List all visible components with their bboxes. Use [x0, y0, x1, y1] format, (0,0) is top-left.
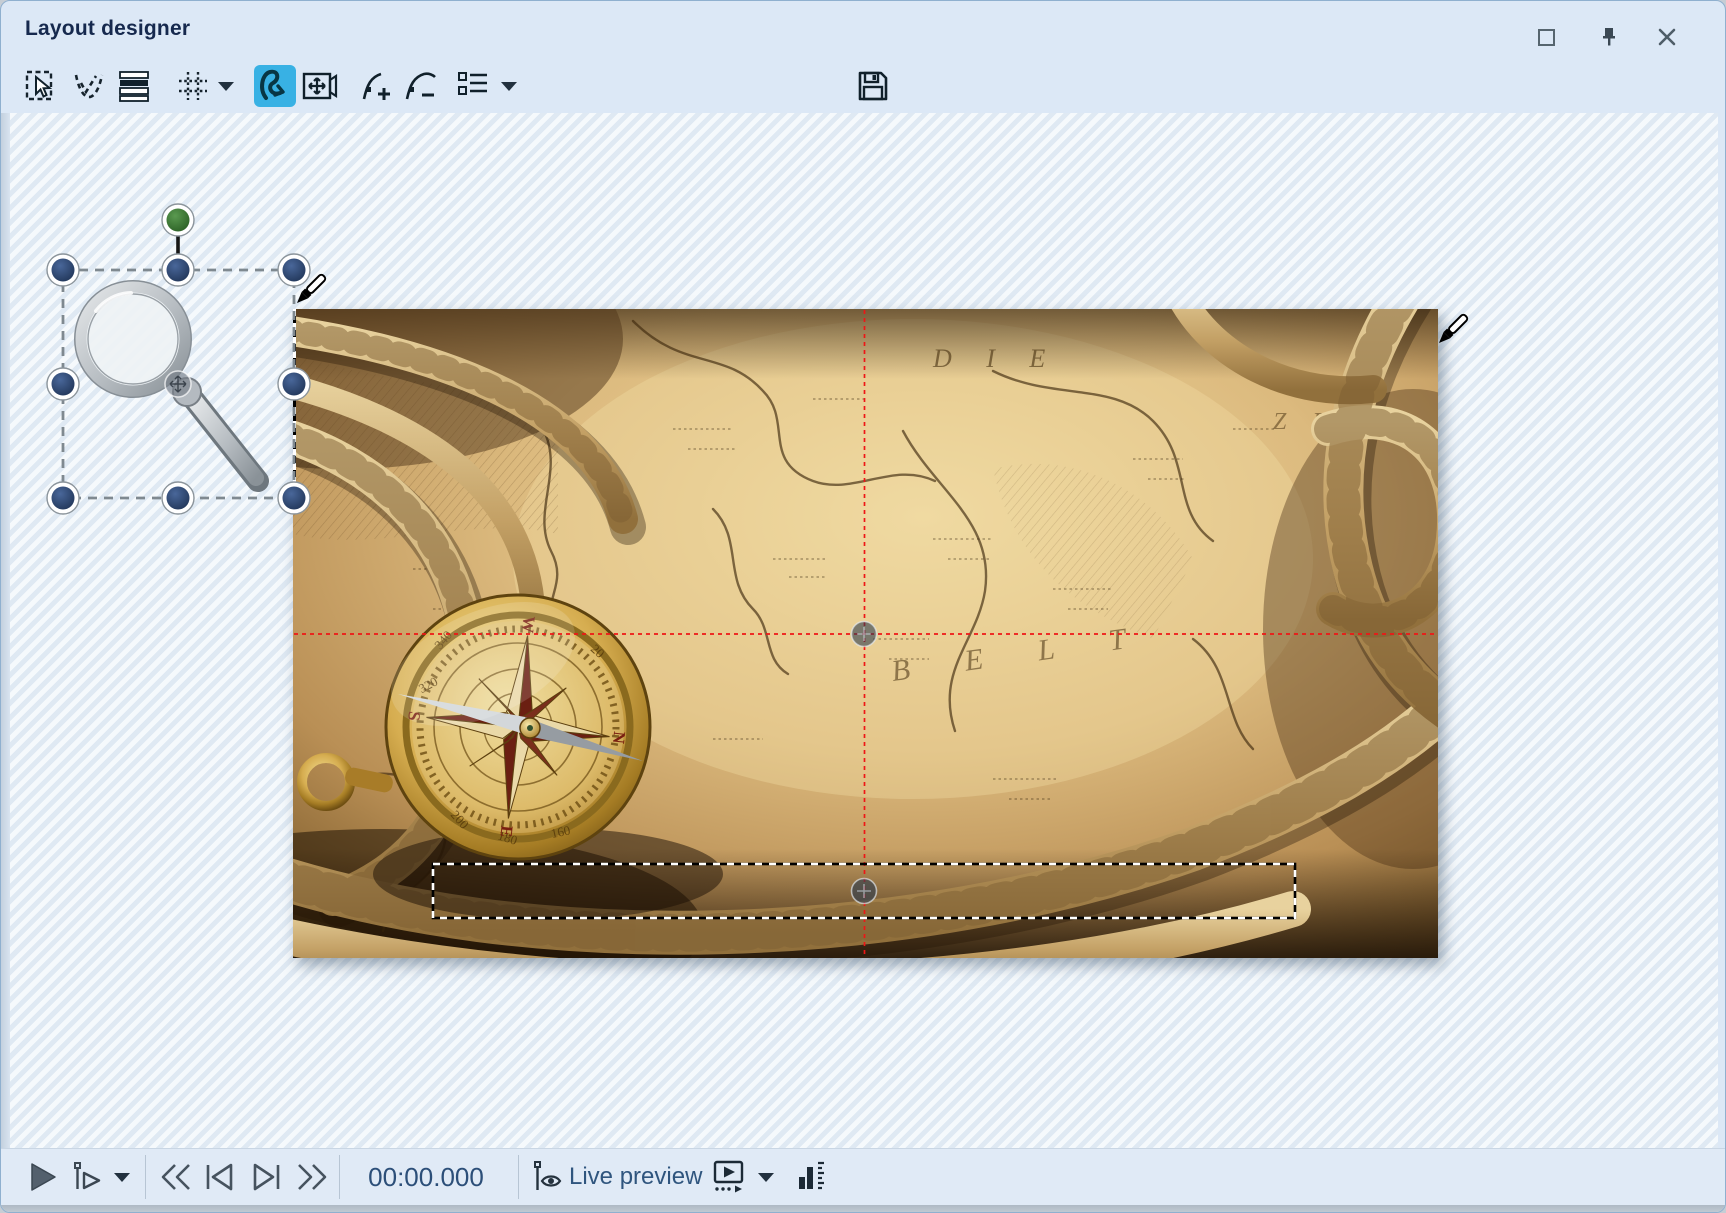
step-back-button[interactable]	[201, 1157, 237, 1197]
double-chevron-right-icon	[295, 1162, 329, 1192]
caret-down-icon	[758, 1173, 774, 1182]
window-bottom-edge	[1, 1205, 1725, 1213]
rotate-handle[interactable]	[162, 204, 194, 236]
remove-curve-point-tool[interactable]	[402, 65, 440, 107]
pan-frame-icon	[302, 70, 338, 102]
step-forward-button[interactable]	[249, 1157, 285, 1197]
triangle-bar-right-icon	[251, 1162, 283, 1192]
preview-quality-button[interactable]	[793, 1157, 829, 1197]
play-from-marker-button[interactable]	[69, 1157, 105, 1197]
window-title: Layout designer	[25, 17, 190, 41]
image-section-tool[interactable]	[301, 65, 339, 107]
grid-icon	[177, 70, 209, 102]
caret-down-icon	[114, 1173, 130, 1182]
resize-handle-w[interactable]	[47, 368, 79, 400]
close-button[interactable]	[1653, 23, 1681, 51]
list-icon	[457, 70, 489, 102]
double-chevron-left-icon	[159, 1162, 193, 1192]
resize-handle-ne[interactable]	[278, 254, 310, 286]
designer-toolbar: Time mark: s	[1, 59, 1725, 113]
title-bar: Layout designer	[1, 1, 1725, 59]
draw-path-tool[interactable]	[254, 65, 296, 107]
time-display: 00:00.000	[346, 1162, 506, 1193]
s-curve-arrow-icon	[258, 67, 292, 105]
maximize-square-icon	[1538, 29, 1555, 46]
resize-handle-s[interactable]	[162, 482, 194, 514]
resize-handle-nw[interactable]	[47, 254, 79, 286]
transport-bar: 00:00.000 Live preview	[1, 1148, 1725, 1205]
map-center-handle[interactable]	[852, 622, 877, 647]
resize-handle-e[interactable]	[278, 368, 310, 400]
transport-separator	[145, 1155, 146, 1199]
preview-window-button[interactable]	[709, 1157, 749, 1197]
skip-to-end-button[interactable]	[293, 1157, 331, 1197]
close-x-icon	[1657, 27, 1677, 47]
svg-text:E: E	[496, 825, 516, 838]
caret-down-icon	[218, 82, 234, 91]
dashed-selection-arrow-icon	[25, 69, 57, 103]
layers-tool[interactable]	[115, 65, 153, 107]
object-list-tool[interactable]	[455, 65, 491, 107]
layout-designer-window: Layout designer	[0, 0, 1726, 1213]
pin-eye-icon	[532, 1160, 566, 1194]
pin-button[interactable]	[1595, 23, 1623, 51]
maximize-button[interactable]	[1532, 23, 1560, 51]
selection-center-anchor[interactable]	[165, 371, 191, 397]
list-options-button[interactable]	[497, 65, 521, 107]
add-curve-point-tool[interactable]	[359, 65, 397, 107]
caret-down-icon	[501, 82, 517, 91]
play-triangle-icon	[28, 1162, 58, 1192]
transport-separator	[518, 1155, 519, 1199]
resize-handle-sw[interactable]	[47, 482, 79, 514]
pushpin-icon	[1601, 27, 1617, 47]
curve-minus-icon	[404, 69, 438, 103]
live-preview-toggle[interactable]	[531, 1157, 567, 1197]
grid-tool[interactable]	[175, 65, 211, 107]
text-box-handle[interactable]	[852, 879, 877, 904]
curve-plus-icon	[361, 69, 395, 103]
live-preview-label: Live preview	[569, 1163, 702, 1191]
dashed-curve-icon	[72, 70, 106, 102]
preview-options-button[interactable]	[753, 1157, 779, 1197]
select-tool[interactable]	[23, 65, 59, 107]
canvas-left-gutter	[1, 113, 10, 1148]
play-button[interactable]	[25, 1157, 61, 1197]
skip-to-start-button[interactable]	[157, 1157, 195, 1197]
floppy-disk-icon	[857, 70, 889, 102]
grid-options-button[interactable]	[214, 65, 238, 107]
bars-ruler-icon	[796, 1160, 826, 1194]
bar-triangle-left-icon	[203, 1162, 235, 1192]
curve-tool[interactable]	[71, 65, 107, 107]
play-options-button[interactable]	[109, 1157, 135, 1197]
save-time-mark-button[interactable]	[854, 65, 892, 107]
stacked-bars-icon	[118, 70, 150, 102]
window-play-icon	[711, 1160, 747, 1194]
resize-handle-se[interactable]	[278, 482, 310, 514]
resize-handle-n[interactable]	[162, 254, 194, 286]
svg-text:D I E: D I E	[932, 344, 1059, 373]
transport-separator	[339, 1155, 340, 1199]
pin-play-icon	[71, 1161, 103, 1193]
